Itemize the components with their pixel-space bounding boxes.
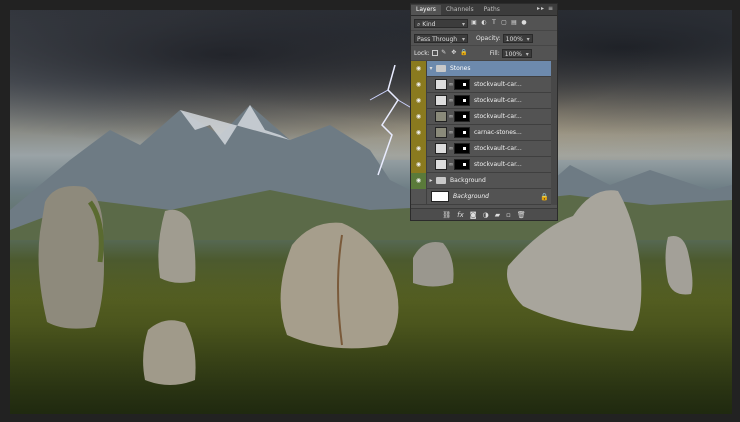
layer-thumbnail xyxy=(435,127,447,138)
lock-all-icon[interactable]: 🔒 xyxy=(460,49,468,57)
document-canvas[interactable] xyxy=(10,10,732,414)
smart-filter-icon[interactable]: ▤ xyxy=(510,19,518,27)
group-expand-icon[interactable]: ▾ xyxy=(427,65,435,72)
stone-small-1 xyxy=(158,209,196,283)
layer-name: stockvault-car... xyxy=(474,113,522,120)
shape-filter-icon[interactable]: ▢ xyxy=(500,19,508,27)
opacity-field[interactable]: 100% xyxy=(502,33,533,44)
fx-icon[interactable]: fx xyxy=(457,211,464,219)
layer-name: stockvault-car... xyxy=(474,145,522,152)
layer-group-background[interactable]: ◉ ▸ Background xyxy=(411,172,557,189)
layer-name: stockvault-car... xyxy=(474,81,522,88)
layer-mask-thumbnail xyxy=(454,95,470,106)
lock-icon: 🔒 xyxy=(540,192,549,201)
layer-background[interactable]: Background 🔒 xyxy=(411,188,557,205)
panel-footer: ⛓ fx ◙ ◑ ▰ ▫ 🗑 xyxy=(411,208,557,220)
layer-row[interactable]: ◉ ∞ stockvault-car... xyxy=(411,108,557,125)
layer-row[interactable]: ◉ ∞ carnac-stones... xyxy=(411,124,557,141)
layer-row[interactable]: ◉ ∞ stockvault-car... xyxy=(411,92,557,109)
visibility-eye-icon[interactable]: ◉ xyxy=(411,76,427,93)
visibility-eye-icon[interactable]: ◉ xyxy=(411,140,427,157)
layer-thumbnail xyxy=(435,79,447,90)
layer-mask-thumbnail xyxy=(454,127,470,138)
window-frame: Layers Channels Paths ▸▸ ≡ ⌕ Kind ▣ ◐ T … xyxy=(0,0,740,422)
filter-row: ⌕ Kind ▣ ◐ T ▢ ▤ ● xyxy=(411,16,557,31)
visibility-eye-icon[interactable]: ◉ xyxy=(411,172,427,189)
layer-name: Background xyxy=(453,193,489,200)
layer-mask-thumbnail xyxy=(454,143,470,154)
lock-position-icon[interactable]: ✥ xyxy=(450,49,458,57)
blend-mode-dropdown[interactable]: Pass Through xyxy=(414,33,468,44)
kind-filter-label: Kind xyxy=(422,20,436,28)
filter-toggle-icon[interactable]: ● xyxy=(520,19,528,27)
layer-thumbnail xyxy=(431,191,449,202)
type-filter-icon[interactable]: T xyxy=(490,19,498,27)
lock-row: Lock: ✎ ✥ 🔒 Fill: 100% xyxy=(411,46,557,61)
panel-menu-icon[interactable]: ▸▸ ≡ xyxy=(537,5,554,12)
visibility-eye-icon[interactable]: ◉ xyxy=(411,61,427,77)
tab-channels[interactable]: Channels xyxy=(441,5,479,15)
layer-name: Background xyxy=(450,177,486,184)
stone-foreground xyxy=(143,320,196,385)
stone-far-right xyxy=(665,236,693,295)
adjustment-layer-icon[interactable]: ◑ xyxy=(483,211,489,219)
visibility-eye-icon[interactable]: ◉ xyxy=(411,92,427,109)
trash-icon[interactable]: 🗑 xyxy=(517,211,526,219)
layer-row[interactable]: ◉ ∞ stockvault-car... xyxy=(411,156,557,173)
standing-stone-left xyxy=(38,186,104,329)
add-mask-icon[interactable]: ◙ xyxy=(470,211,477,219)
visibility-eye-icon[interactable]: ◉ xyxy=(411,108,427,125)
layer-thumbnail xyxy=(435,159,447,170)
opacity-label: Opacity: xyxy=(476,34,501,42)
layer-name: carnac-stones... xyxy=(474,129,522,136)
layer-name: stockvault-car... xyxy=(474,161,522,168)
layer-mask-thumbnail xyxy=(454,159,470,170)
new-group-icon[interactable]: ▰ xyxy=(495,211,500,219)
layer-thumbnail xyxy=(435,111,447,122)
adjustment-filter-icon[interactable]: ◐ xyxy=(480,19,488,27)
tab-paths[interactable]: Paths xyxy=(479,5,505,15)
layer-mask-thumbnail xyxy=(454,111,470,122)
layer-row[interactable]: ◉ ∞ stockvault-car... xyxy=(411,76,557,93)
tab-layers[interactable]: Layers xyxy=(411,5,441,15)
layer-row[interactable]: ◉ ∞ stockvault-car... xyxy=(411,140,557,157)
layer-thumbnail xyxy=(435,143,447,154)
visibility-empty-slot[interactable] xyxy=(411,188,427,205)
link-layers-icon[interactable]: ⛓ xyxy=(442,211,451,219)
layers-panel: Layers Channels Paths ▸▸ ≡ ⌕ Kind ▣ ◐ T … xyxy=(410,3,558,221)
layer-thumbnail xyxy=(435,95,447,106)
new-layer-icon[interactable]: ▫ xyxy=(506,211,511,219)
visibility-eye-icon[interactable]: ◉ xyxy=(411,124,427,141)
lock-label: Lock: xyxy=(414,49,430,57)
blend-row: Pass Through Opacity: 100% xyxy=(411,31,557,46)
layer-name: stockvault-car... xyxy=(474,97,522,104)
panel-tabs: Layers Channels Paths ▸▸ ≡ xyxy=(411,4,557,16)
fill-field[interactable]: 100% xyxy=(501,48,532,59)
layer-mask-thumbnail xyxy=(454,79,470,90)
layer-name: Stones xyxy=(450,65,471,72)
lock-pixels-icon[interactable]: ✎ xyxy=(440,49,448,57)
kind-filter-dropdown[interactable]: ⌕ Kind xyxy=(414,18,468,29)
layers-list: ◉ ▾ Stones ◉ ∞ stockvault-car... ◉ ∞ sto… xyxy=(411,61,557,205)
lock-transparency-icon[interactable] xyxy=(431,50,438,56)
group-expand-icon[interactable]: ▸ xyxy=(427,177,435,184)
fill-label: Fill: xyxy=(489,49,500,57)
layer-group-stones[interactable]: ◉ ▾ Stones xyxy=(411,61,557,77)
visibility-eye-icon[interactable]: ◉ xyxy=(411,156,427,173)
scrollbar[interactable] xyxy=(551,61,557,205)
folder-icon xyxy=(436,177,446,184)
folder-icon xyxy=(436,65,446,72)
stone-mid-right xyxy=(413,242,454,287)
stone-center xyxy=(280,222,399,349)
image-filter-icon[interactable]: ▣ xyxy=(470,19,478,27)
